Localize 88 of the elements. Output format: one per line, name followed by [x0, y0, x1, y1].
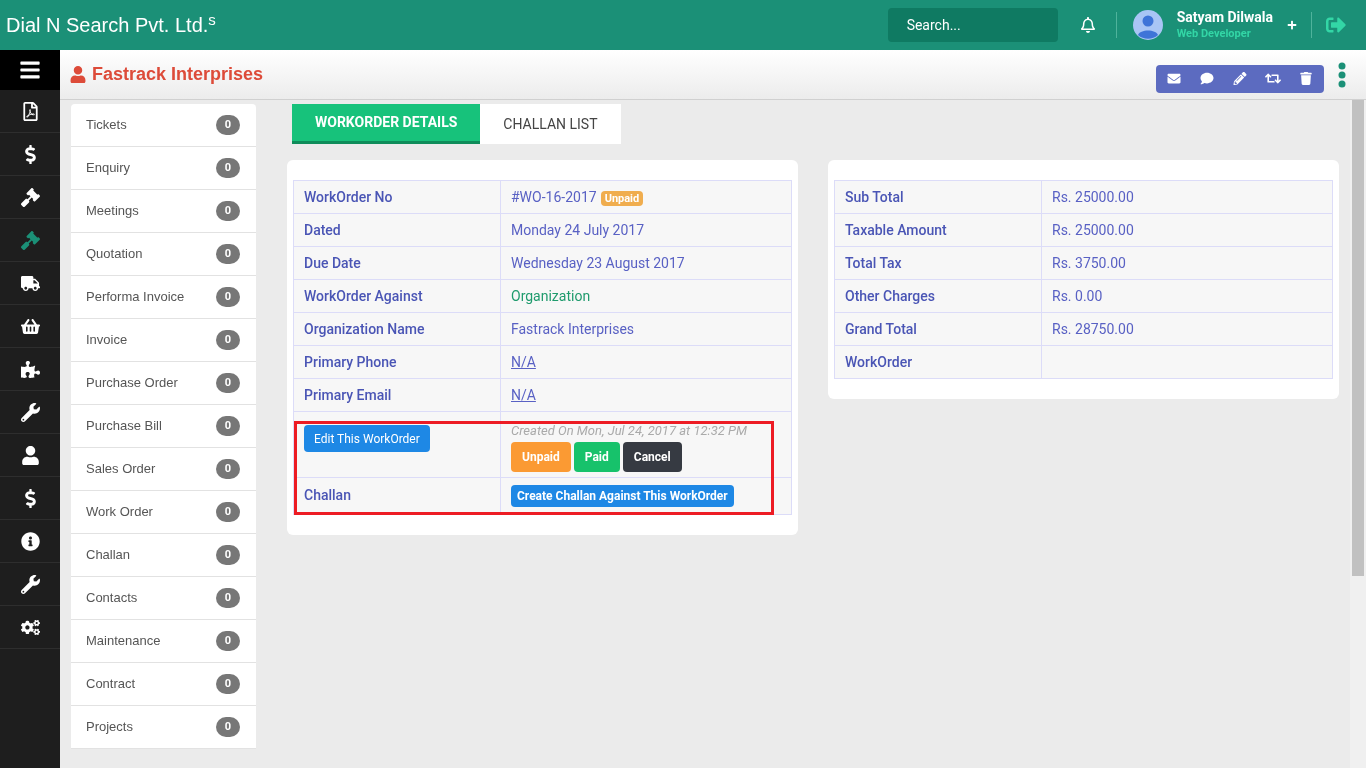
- user-icon[interactable]: [20, 445, 40, 465]
- menu-item[interactable]: Enquiry 0: [71, 147, 256, 190]
- total-label: Total Tax: [834, 246, 1042, 280]
- count-badge: 0: [216, 330, 240, 350]
- field-label: Challan: [293, 477, 501, 514]
- count-badge: 0: [216, 115, 240, 135]
- wrench-icon[interactable]: [20, 402, 40, 422]
- pdf-file-icon[interactable]: [20, 101, 40, 121]
- count-badge: 0: [216, 373, 240, 393]
- total-value: Rs. 28750.00: [1052, 320, 1134, 337]
- field-value: Wednesday 23 August 2017: [511, 254, 685, 271]
- total-label: WorkOrder: [834, 345, 1042, 379]
- count-badge: 0: [216, 201, 240, 221]
- total-label: Grand Total: [834, 312, 1042, 346]
- count-badge: 0: [216, 588, 240, 608]
- total-value: Rs. 25000.00: [1052, 188, 1134, 205]
- field-label: Primary Email: [293, 378, 501, 412]
- more-icon[interactable]: [1338, 61, 1346, 88]
- menu-item[interactable]: Meetings 0: [71, 190, 256, 233]
- menu-item[interactable]: Performa Invoice 0: [71, 276, 256, 319]
- count-badge: 0: [216, 244, 240, 264]
- brand-name: Dial N Search Pvt. Ltd.$^{s}$: [5, 15, 216, 35]
- status-button[interactable]: Cancel: [622, 441, 682, 472]
- retweet-icon[interactable]: [1265, 72, 1281, 85]
- count-badge: 0: [216, 158, 240, 178]
- count-badge: 0: [216, 545, 240, 565]
- menu-item[interactable]: Contract 0: [71, 663, 256, 706]
- field-label: Primary Phone: [293, 345, 501, 379]
- edit-button[interactable]: Edit This WorkOrder: [304, 425, 430, 452]
- count-badge: 0: [216, 416, 240, 436]
- menu-item[interactable]: Purchase Order 0: [71, 362, 256, 405]
- tab[interactable]: CHALLAN LIST: [480, 104, 621, 144]
- menu-item[interactable]: Purchase Bill 0: [71, 405, 256, 448]
- count-badge: 0: [216, 502, 240, 522]
- search-field[interactable]: Search...: [887, 8, 1058, 42]
- field-link[interactable]: N/A: [511, 386, 536, 403]
- envelope-icon[interactable]: [1166, 72, 1182, 85]
- menu-item[interactable]: Sales Order 0: [71, 448, 256, 491]
- field-link[interactable]: N/A: [511, 353, 536, 370]
- count-badge: 0: [216, 717, 240, 737]
- menu-item[interactable]: Invoice 0: [71, 319, 256, 362]
- add-icon[interactable]: [1287, 20, 1297, 30]
- comment-icon[interactable]: [1199, 72, 1215, 85]
- count-badge: 0: [216, 459, 240, 479]
- total-label: Sub Total: [834, 180, 1042, 214]
- total-value: Rs. 25000.00: [1052, 221, 1134, 238]
- page-title: Fastrack Interprises: [92, 63, 264, 86]
- field-value: Fastrack Interprises: [511, 320, 635, 337]
- field-label: Organization Name: [293, 312, 501, 346]
- menu-item[interactable]: Projects 0: [71, 706, 256, 749]
- menu-item[interactable]: Contacts 0: [71, 577, 256, 620]
- status-badge: Unpaid: [600, 190, 644, 206]
- count-badge: 0: [216, 287, 240, 307]
- menu-item[interactable]: Work Order 0: [71, 491, 256, 534]
- create-challan-button[interactable]: Create Challan Against This WorkOrder: [511, 484, 734, 507]
- menu-icon[interactable]: [18, 59, 42, 81]
- field-label: WorkOrder Against: [293, 279, 501, 313]
- info-icon[interactable]: [20, 531, 40, 551]
- truck-icon[interactable]: [20, 273, 40, 293]
- basket-icon[interactable]: [20, 316, 40, 336]
- avatar-icon[interactable]: [1132, 10, 1163, 40]
- user-role: Web Developer: [1176, 26, 1252, 41]
- menu-item[interactable]: Quotation 0: [71, 233, 256, 276]
- created-note: Created On Mon, Jul 24, 2017 at 12:32 PM: [511, 422, 748, 440]
- gavel-icon[interactable]: [20, 187, 40, 207]
- field-value: Organization: [511, 287, 591, 304]
- trash-icon[interactable]: [1298, 72, 1314, 85]
- count-badge: 0: [216, 674, 240, 694]
- field-label: Dated: [293, 213, 501, 247]
- pencil-icon[interactable]: [1232, 72, 1248, 85]
- field-value: #WO-16-2017: [511, 188, 597, 205]
- bell-icon[interactable]: [1079, 17, 1096, 33]
- menu-item[interactable]: Maintenance 0: [71, 620, 256, 663]
- field-label: WorkOrder No: [293, 180, 501, 214]
- gears-icon[interactable]: [20, 617, 40, 637]
- total-label: Taxable Amount: [834, 213, 1042, 247]
- total-value: Rs. 0.00: [1052, 287, 1103, 304]
- user-name: Satyam Dilwala: [1176, 9, 1273, 27]
- puzzle-icon[interactable]: [20, 359, 40, 379]
- count-badge: 0: [216, 631, 240, 651]
- menu-item[interactable]: Tickets 0: [71, 104, 256, 147]
- menu-item[interactable]: Challan 0: [71, 534, 256, 577]
- total-label: Other Charges: [834, 279, 1042, 313]
- total-value: Rs. 3750.00: [1052, 254, 1126, 271]
- user-icon: [70, 66, 86, 83]
- wrench-icon[interactable]: [20, 574, 40, 594]
- field-value: Monday 24 July 2017: [511, 221, 645, 238]
- field-label: Due Date: [293, 246, 501, 280]
